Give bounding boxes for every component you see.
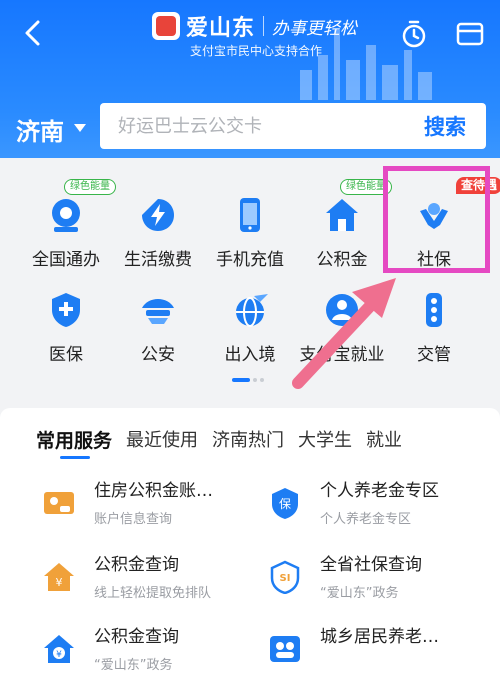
grid-item-employment[interactable]: 支付宝就业 (292, 290, 392, 365)
service-title: 住房公积金账… (94, 481, 213, 501)
back-arrow-icon[interactable] (18, 18, 48, 48)
person-icon (322, 290, 362, 330)
traffic-light-icon (414, 290, 454, 330)
header: 爱山东 办事更轻松 支付宝市民中心支持合作 济南 搜索 (0, 0, 500, 160)
svg-text:¥: ¥ (56, 576, 63, 589)
service-title: 公积金查询 (94, 627, 179, 647)
grid-label: 手机充值 (216, 250, 284, 270)
service-desc: 账户信息查询 (94, 512, 173, 527)
police-cap-icon (138, 290, 178, 330)
service-item[interactable]: 住房公积金账… 账户信息查询 (42, 480, 213, 527)
tab-employment[interactable]: 就业 (366, 426, 402, 453)
service-title: 城乡居民养老… (320, 627, 439, 647)
search-button[interactable]: 搜索 (424, 111, 466, 141)
search-bar: 搜索 (100, 103, 486, 149)
service-item[interactable]: 保 个人养老金专区 个人养老金专区 (268, 480, 439, 527)
fund-query-house-icon: ¥ (44, 635, 74, 663)
service-item[interactable]: 城乡居民养老… (268, 626, 439, 666)
service-desc: “爱山东”政务 (320, 586, 399, 601)
grid-label: 医保 (49, 345, 83, 365)
grid-label: 生活缴费 (124, 250, 192, 270)
residents-pension-icon (270, 636, 300, 662)
service-title: 个人养老金专区 (320, 481, 439, 501)
service-title: 全省社保查询 (320, 555, 422, 575)
tab-recent[interactable]: 最近使用 (126, 426, 198, 453)
brand-separator (263, 16, 265, 36)
grid-item-medical[interactable]: 医保 (16, 290, 116, 365)
grid-label: 公安 (141, 345, 175, 365)
fund-query-icon: ¥ (44, 563, 74, 591)
national-service-icon: 绿色能量 (46, 179, 116, 235)
page-dot (253, 378, 257, 382)
header-subtitle: 支付宝市民中心支持合作 (190, 44, 323, 58)
brand-name: 爱山东 (186, 16, 256, 41)
grid-label: 公积金 (316, 250, 368, 270)
active-tab-indicator (60, 456, 90, 459)
fund-house-icon: 绿色能量 (322, 179, 392, 235)
svg-text:保: 保 (279, 497, 291, 511)
green-energy-tag: 绿色能量 (64, 179, 116, 195)
grid-item-exit-entry[interactable]: 出入境 (200, 290, 300, 365)
wallet-icon[interactable] (454, 18, 486, 50)
timer-icon[interactable] (398, 18, 430, 50)
grid-item-utilities[interactable]: 生活缴费 (108, 195, 208, 270)
fund-account-icon (44, 492, 74, 514)
grid-item-police[interactable]: 公安 (108, 290, 208, 365)
service-item[interactable]: ¥ 公积金查询 “爱山东”政务 (42, 626, 179, 673)
svg-text:SI: SI (280, 573, 291, 584)
brand: 爱山东 办事更轻松 (152, 10, 357, 42)
social-insurance-icon: SI (270, 560, 300, 594)
lightning-icon (138, 195, 178, 235)
page-dot (260, 378, 264, 382)
service-title: 公积金查询 (94, 555, 179, 575)
service-desc: “爱山东”政务 (94, 658, 173, 673)
page-dot-active (232, 378, 250, 382)
services-panel: 常用服务 最近使用 济南热门 大学生 就业 住房公积金账… 账户信息查询 保 个… (0, 408, 500, 695)
grid-item-recharge[interactable]: 手机充值 (200, 195, 300, 270)
service-item[interactable]: SI 全省社保查询 “爱山东”政务 (268, 554, 422, 601)
svg-text:¥: ¥ (56, 650, 62, 660)
page-indicator (232, 378, 264, 382)
grid-item-traffic[interactable]: 交管 (384, 290, 484, 365)
grid-label: 出入境 (224, 345, 276, 365)
highlight-box (383, 166, 490, 273)
services-tabs: 常用服务 最近使用 济南热门 大学生 就业 (36, 426, 402, 453)
tab-jinan-hot[interactable]: 济南热门 (212, 426, 284, 453)
grid-item-fund[interactable]: 绿色能量 公积金 (292, 179, 392, 270)
city-selector[interactable]: 济南 (16, 112, 64, 147)
medical-shield-icon (46, 290, 86, 330)
grid-label: 交管 (417, 345, 451, 365)
service-desc: 个人养老金专区 (320, 512, 412, 527)
grid-label: 全国通办 (32, 250, 100, 270)
brand-slogan: 办事更轻松 (272, 18, 358, 39)
globe-plane-icon (230, 290, 270, 330)
grid-item-national[interactable]: 绿色能量 全国通办 (16, 179, 116, 270)
phone-icon (230, 195, 270, 235)
brand-logo-icon (152, 12, 180, 40)
tab-students[interactable]: 大学生 (298, 426, 352, 453)
service-desc: 线上轻松提取免排队 (94, 586, 212, 601)
pension-icon: 保 (272, 488, 298, 519)
city-dropdown-icon[interactable] (74, 124, 86, 132)
tab-common[interactable]: 常用服务 (36, 426, 112, 453)
grid-label: 支付宝就业 (299, 345, 385, 365)
service-item[interactable]: ¥ 公积金查询 线上轻松提取免排队 (42, 554, 211, 601)
search-input[interactable] (100, 103, 400, 149)
